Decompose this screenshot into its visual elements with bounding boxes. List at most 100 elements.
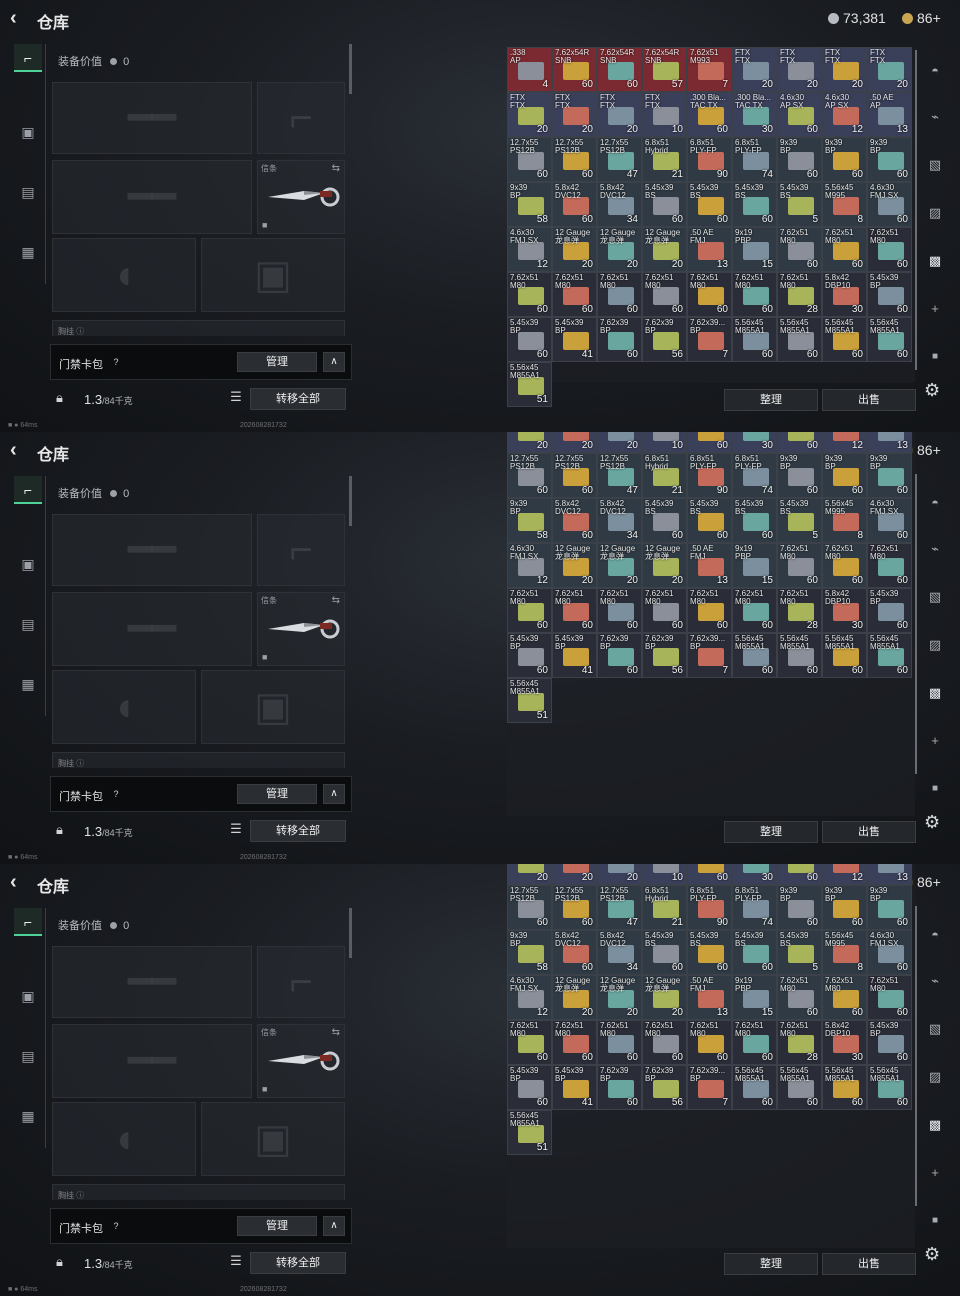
stash-item[interactable]: FTX FTX20 (777, 47, 822, 92)
stash-item[interactable]: 4.6x30 FMJ SX 60 (867, 498, 912, 543)
stash-item[interactable]: 5.56x45 M855A1 60 (732, 317, 777, 362)
stash-scrollbar[interactable] (915, 906, 917, 1206)
pistol-slot[interactable]: ⌐ (257, 82, 345, 154)
stash-item[interactable]: .50 AE FMJ 13 (687, 227, 732, 272)
back-chevron-icon[interactable]: ‹ (10, 872, 28, 892)
primary-weapon-slot[interactable]: ━━ (52, 82, 252, 154)
settings-gear-icon[interactable]: ⚙ (924, 380, 940, 401)
stash-item[interactable]: 7.62x54R SNB 60 (552, 47, 597, 92)
nav-armor-icon[interactable]: ▣ (14, 550, 42, 578)
transfer-all-button[interactable]: 转移全部 (250, 820, 346, 842)
lock-tab-icon[interactable]: ■ (924, 1210, 946, 1232)
stash-item[interactable]: FTX FTX20 (732, 47, 777, 92)
body-armor-slot[interactable]: ▣ (201, 1102, 345, 1176)
stash-item[interactable]: 7.62x51 M80 60 (642, 1020, 687, 1065)
manage-button[interactable]: 管理 (237, 352, 317, 372)
stash-item[interactable]: 7.62x51 M80 60 (687, 272, 732, 317)
melee-slot[interactable]: 信条 ⇆ ■ (257, 592, 345, 666)
stash-item[interactable]: 9x39 BP 60 (777, 885, 822, 930)
stash-item[interactable]: 5.56x45 M855A1 60 (777, 633, 822, 678)
stash-item[interactable]: 4.6x30 AP SX12 (822, 864, 867, 885)
stash-item[interactable]: 5.56x45 M995 8 (822, 182, 867, 227)
stash-item[interactable]: 12.7x55 PS12B 60 (552, 137, 597, 182)
nav-clipboard-icon[interactable]: ▤ (14, 1042, 42, 1070)
stash-item[interactable]: .300 Bla... TAC TX30 (732, 432, 777, 453)
tab-storage-2-icon[interactable]: ▨ (924, 1066, 946, 1088)
stash-scrollbar[interactable] (915, 50, 917, 370)
padlock-icon[interactable]: 🔒︎ (56, 390, 63, 406)
stash-item[interactable]: 5.56x45 M855A1 60 (822, 1065, 867, 1110)
primary-weapon-slot[interactable]: ━━ (52, 946, 252, 1018)
stash-item[interactable]: 7.62x51 M80 60 (642, 588, 687, 633)
stash-item[interactable]: 12 Gauge 龙息弹 20 (597, 975, 642, 1020)
stash-item[interactable]: 7.62x51 M80 60 (507, 1020, 552, 1065)
stash-item[interactable]: 5.45x39 BS 60 (732, 182, 777, 227)
stash-item[interactable]: 9x39 BP 60 (777, 137, 822, 182)
stash-item[interactable]: 9x39 BP 60 (822, 137, 867, 182)
stash-item[interactable]: 4.6x30 FMJ SX 60 (867, 182, 912, 227)
manage-button[interactable]: 管理 (237, 784, 317, 804)
stash-item[interactable]: 6.8x51 PLY-FP 90 (687, 137, 732, 182)
stash-item[interactable]: 7.62x39 BP 60 (597, 317, 642, 362)
stash-item[interactable]: 5.56x45 M855A1 60 (732, 633, 777, 678)
add-tab-icon[interactable]: + (924, 730, 946, 752)
stash-item[interactable]: 7.62x51 M80 60 (687, 588, 732, 633)
stash-item[interactable]: 7.62x51 M80 60 (552, 1020, 597, 1065)
nav-weapons-icon[interactable]: ⌐ (14, 908, 42, 936)
stash-item[interactable]: 7.62x54R SNB 57 (642, 47, 687, 92)
stash-item[interactable]: 7.62x39 BP 56 (642, 1065, 687, 1110)
stash-item[interactable]: 7.62x39 BP 56 (642, 633, 687, 678)
chest-rig-slot[interactable] (52, 1184, 345, 1200)
tab-helmet-icon[interactable]: ◓ (924, 924, 946, 946)
pistol-slot[interactable]: ⌐ (257, 514, 345, 586)
stash-item[interactable]: 7.62x51 M80 60 (822, 975, 867, 1020)
stash-item[interactable]: 4.6x30 AP SX12 (822, 432, 867, 453)
stash-item[interactable]: 12 Gauge 龙息弹 20 (642, 227, 687, 272)
stash-item[interactable]: 9x39 BP 60 (867, 453, 912, 498)
stash-item[interactable]: 4.6x30 FMJ SX 12 (507, 975, 552, 1020)
stash-item[interactable]: 7.62x51 M80 60 (867, 543, 912, 588)
stash-item[interactable]: FTX FTX20 (597, 864, 642, 885)
stash-item[interactable]: 6.8x51 PLY-FP 74 (732, 453, 777, 498)
tab-storage-2-icon[interactable]: ▨ (924, 634, 946, 656)
stash-item[interactable]: 7.62x51 M80 60 (777, 227, 822, 272)
nav-armor-icon[interactable]: ▣ (14, 118, 42, 146)
add-tab-icon[interactable]: + (924, 298, 946, 320)
stash-item[interactable]: 7.62x51 M80 60 (822, 227, 867, 272)
stash-item[interactable]: 4.6x30 AP SX12 (822, 92, 867, 137)
stash-item[interactable]: 5.45x39 BS 60 (642, 498, 687, 543)
manage-button[interactable]: 管理 (237, 1216, 317, 1236)
stash-item[interactable]: 7.62x51 M993 7 (687, 47, 732, 92)
stash-item[interactable]: 4.6x30 AP SX 60 (777, 92, 822, 137)
stash-item[interactable]: 9x19 PBP 15 (732, 975, 777, 1020)
stash-item[interactable]: FTX FTX20 (552, 864, 597, 885)
stash-item[interactable]: 9x39 BP 60 (867, 885, 912, 930)
stash-item[interactable]: 7.62x51 M80 60 (687, 1020, 732, 1065)
stash-item[interactable]: 12 Gauge 龙息弹 20 (597, 543, 642, 588)
stash-item[interactable]: 6.8x51 Hybrid 21 (642, 885, 687, 930)
stash-item[interactable]: 5.56x45 M855A1 60 (777, 1065, 822, 1110)
stash-item[interactable]: 6.8x51 Hybrid 21 (642, 137, 687, 182)
stash-item[interactable]: 7.62x51 M80 60 (732, 588, 777, 633)
nav-weapons-icon[interactable]: ⌐ (14, 44, 42, 72)
add-tab-icon[interactable]: + (924, 1162, 946, 1184)
stash-item[interactable]: 4.6x30 FMJ SX 12 (507, 543, 552, 588)
body-armor-slot[interactable]: ▣ (201, 670, 345, 744)
stash-item[interactable]: 7.62x51 M80 60 (597, 588, 642, 633)
stash-item[interactable]: 5.56x45 M855A1 60 (822, 317, 867, 362)
sell-button[interactable]: 出售 (822, 821, 916, 843)
stash-item[interactable]: 7.62x51 M80 60 (777, 543, 822, 588)
stash-item[interactable]: 9x39 BP 58 (507, 182, 552, 227)
stash-item[interactable]: 5.45x39 BP 60 (867, 1020, 912, 1065)
stash-item[interactable]: 7.62x39 BP 60 (597, 1065, 642, 1110)
tab-storage-1-icon[interactable]: ▧ (924, 586, 946, 608)
stash-item[interactable]: 7.62x51 M80 60 (777, 975, 822, 1020)
stash-item[interactable]: 12.7x55 PS12B 60 (507, 885, 552, 930)
stash-item[interactable]: 5.45x39 BS 60 (642, 930, 687, 975)
stash-item[interactable]: 5.56x45 M855A1 60 (867, 317, 912, 362)
pistol-slot[interactable]: ⌐ (257, 946, 345, 1018)
tab-weapon-icon[interactable]: ⌁ (924, 106, 946, 128)
stash-item[interactable]: 5.45x39 BS 60 (642, 182, 687, 227)
stash-item[interactable]: 5.56x45 M855A1 60 (867, 1065, 912, 1110)
stash-item[interactable]: 5.45x39 BS 60 (687, 930, 732, 975)
